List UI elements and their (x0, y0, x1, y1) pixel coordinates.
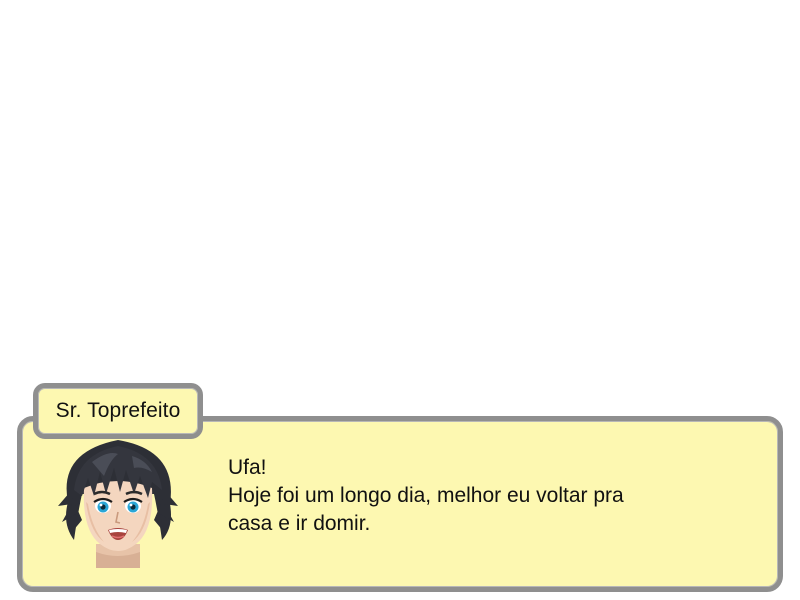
character-face-icon (58, 440, 178, 568)
speaker-portrait (48, 432, 188, 572)
speaker-name: Sr. Toprefeito (55, 399, 181, 422)
dialogue-line: Hoje foi um longo dia, melhor eu voltar … (228, 484, 624, 507)
game-screen: Sr. Toprefeito Ufa! Hoje foi um longo di… (0, 0, 800, 600)
dialogue-text: Ufa! Hoje foi um longo dia, melhor eu vo… (228, 454, 748, 538)
speaker-name-tag: Sr. Toprefeito (33, 383, 203, 439)
dialogue-line: Ufa! (228, 456, 267, 479)
dialogue-line: casa e ir domir. (228, 512, 371, 535)
